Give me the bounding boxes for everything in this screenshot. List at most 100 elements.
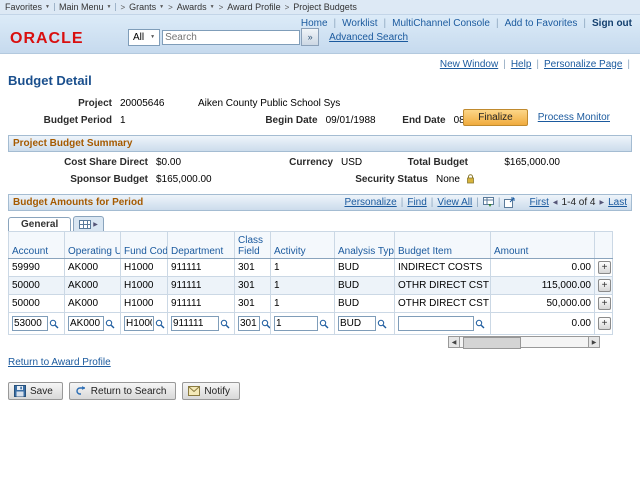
- column-header-activity[interactable]: Activity: [270, 231, 335, 259]
- analysis-type-input[interactable]: [338, 316, 376, 331]
- breadcrumb-main-menu[interactable]: Main Menu ▼: [59, 2, 111, 12]
- department-input[interactable]: [171, 316, 219, 331]
- sponsor-budget-label: Sponsor Budget: [70, 173, 148, 185]
- advanced-search-link[interactable]: Advanced Search: [329, 32, 408, 43]
- class-field-input[interactable]: [238, 316, 260, 331]
- process-monitor-link[interactable]: Process Monitor: [538, 112, 610, 123]
- budget-item-input[interactable]: [398, 316, 474, 331]
- scroll-left-button[interactable]: ◀: [448, 336, 460, 348]
- cell-account: 50000: [8, 294, 65, 313]
- lookup-icon[interactable]: [105, 319, 115, 329]
- lookup-icon[interactable]: [220, 319, 230, 329]
- scrollbar-track[interactable]: [460, 336, 588, 349]
- budget-period-label: Budget Period: [43, 114, 112, 126]
- cell-analysis-type: BUD: [334, 258, 395, 277]
- lookup-icon[interactable]: [475, 319, 485, 329]
- search-input[interactable]: [162, 29, 301, 45]
- last-link[interactable]: Last: [608, 197, 627, 208]
- row-range: 1-4 of 4: [561, 197, 596, 208]
- column-header-department[interactable]: Department: [167, 231, 235, 259]
- find-link[interactable]: Find: [407, 197, 426, 208]
- save-button[interactable]: Save: [8, 382, 63, 400]
- cell-class-field: 301: [234, 258, 271, 277]
- budget-amounts-header: Budget Amounts for Period Personalize | …: [8, 194, 632, 211]
- cell-account: 50000: [8, 276, 65, 295]
- breadcrumb-favorites-label: Favorites: [5, 2, 43, 12]
- column-header-analysis-type[interactable]: Analysis Type: [334, 231, 395, 259]
- cell-account: 59990: [8, 258, 65, 277]
- breadcrumb-awards-label: Awards: [176, 2, 207, 12]
- zoom-grid-icon[interactable]: [504, 197, 515, 208]
- finalize-area: Finalize Process Monitor: [463, 109, 610, 126]
- breadcrumb-awards[interactable]: Awards ▼: [177, 2, 215, 12]
- notify-button[interactable]: Notify: [182, 382, 240, 400]
- column-header-class-field[interactable]: Class Field: [234, 231, 271, 259]
- cell-budget-item: INDIRECT COSTS: [394, 258, 491, 277]
- breadcrumb-favorites[interactable]: Favorites ▼: [5, 2, 50, 12]
- add-row-button[interactable]: +: [598, 317, 611, 330]
- show-all-columns-tab[interactable]: ▶: [73, 216, 104, 231]
- operating-unit-input[interactable]: [68, 316, 104, 331]
- breadcrumb-grants[interactable]: Grants ▼: [129, 2, 164, 12]
- return-to-search-button[interactable]: Return to Search: [68, 382, 177, 400]
- table-row: 59990 AK000 H1000 911111 301 1 BUD INDIR…: [8, 258, 613, 277]
- cell-analysis-type: BUD: [334, 276, 395, 295]
- lookup-icon[interactable]: [261, 319, 271, 329]
- account-input[interactable]: [12, 316, 48, 331]
- add-row-button[interactable]: +: [598, 261, 611, 274]
- add-row-button[interactable]: +: [598, 297, 611, 310]
- lookup-icon[interactable]: [155, 319, 165, 329]
- breadcrumb-grants-label: Grants: [129, 2, 157, 12]
- nav-add-to-favorites-link[interactable]: Add to Favorites: [505, 18, 578, 29]
- notify-button-label: Notify: [204, 385, 230, 397]
- sign-out-link[interactable]: Sign out: [592, 18, 632, 29]
- search-scope-select[interactable]: All ▼: [128, 28, 161, 46]
- personalize-link[interactable]: Personalize: [344, 197, 396, 208]
- lookup-icon[interactable]: [319, 319, 329, 329]
- summary-row-2: Sponsor Budget $165,000.00 Security Stat…: [8, 172, 640, 186]
- breadcrumb-award-profile[interactable]: Award Profile: [227, 2, 280, 12]
- help-link[interactable]: Help: [511, 59, 532, 70]
- column-header-budget-item[interactable]: Budget Item: [394, 231, 491, 259]
- return-arrow-icon: [76, 386, 85, 395]
- currency-label: Currency: [289, 156, 333, 168]
- security-status-value: None: [436, 173, 460, 185]
- grid-horizontal-scrollbar[interactable]: ◀ ▶: [448, 336, 600, 349]
- lookup-icon[interactable]: [377, 319, 387, 329]
- column-header-amount[interactable]: Amount: [490, 231, 595, 259]
- search-go-button[interactable]: »: [301, 28, 320, 46]
- lookup-icon[interactable]: [49, 319, 59, 329]
- return-to-award-profile-link[interactable]: Return to Award Profile: [8, 357, 111, 368]
- cell-operating-unit: AK000: [64, 294, 121, 313]
- add-row-button[interactable]: +: [598, 279, 611, 292]
- breadcrumb-project-budgets[interactable]: Project Budgets: [293, 2, 357, 12]
- separator: |: [400, 197, 404, 208]
- cost-share-label: Cost Share Direct: [64, 156, 148, 168]
- chevron-down-icon: ▼: [209, 4, 215, 10]
- column-header-fund-code[interactable]: Fund Code: [120, 231, 168, 259]
- column-header-account[interactable]: Account: [8, 231, 65, 259]
- tab-general[interactable]: General: [8, 217, 72, 231]
- grid-scroll-area: ◀ ▶: [0, 336, 612, 349]
- previous-page-icon[interactable]: ◀: [553, 199, 558, 206]
- first-link[interactable]: First: [529, 197, 548, 208]
- next-page-icon[interactable]: ▶: [599, 199, 604, 206]
- activity-input[interactable]: [274, 316, 318, 331]
- download-grid-icon[interactable]: [482, 197, 494, 208]
- scroll-right-button[interactable]: ▶: [588, 336, 600, 348]
- personalize-page-link[interactable]: Personalize Page: [544, 59, 622, 70]
- grid-title: Budget Amounts for Period: [13, 197, 144, 208]
- scrollbar-thumb[interactable]: [463, 337, 521, 349]
- view-all-link[interactable]: View All: [437, 197, 472, 208]
- cell-class-field-edit: [234, 312, 271, 335]
- new-window-link[interactable]: New Window: [440, 59, 498, 70]
- search-bar: All ▼ » Advanced Search: [128, 28, 408, 46]
- table-row: 50000 AK000 H1000 911111 301 1 BUD OTHR …: [8, 276, 613, 295]
- cell-actions: +: [594, 276, 613, 295]
- oracle-logo: ORACLE: [10, 30, 84, 47]
- fund-code-input[interactable]: [124, 316, 154, 331]
- begin-date-label: Begin Date: [265, 114, 318, 126]
- project-label: Project: [78, 97, 112, 109]
- finalize-button[interactable]: Finalize: [463, 109, 528, 126]
- column-header-operating-unit[interactable]: Operating Unit: [64, 231, 121, 259]
